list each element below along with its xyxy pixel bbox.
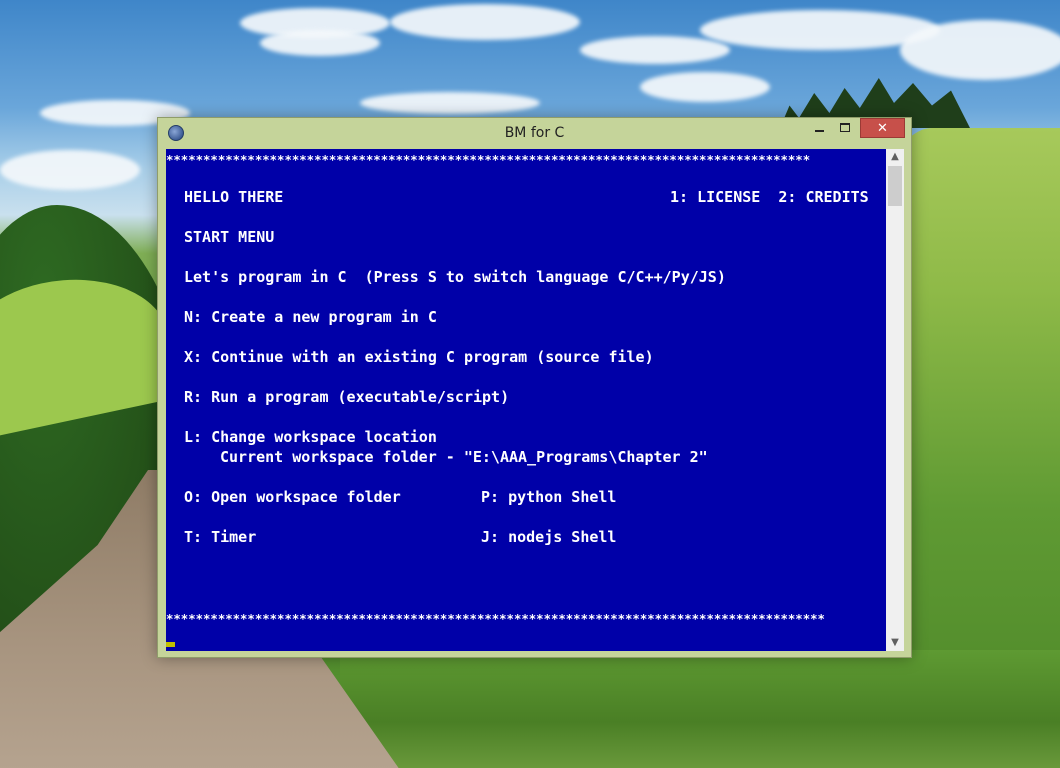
cloud [900, 20, 1060, 80]
maximize-icon [840, 123, 850, 132]
option-continue-program: X: Continue with an existing C program (… [184, 348, 654, 366]
greeting-text: HELLO THERE [184, 188, 284, 206]
close-icon: ✕ [877, 121, 888, 136]
window-title: BM for C [504, 125, 565, 141]
grass-foreground [340, 650, 1060, 768]
license-credits-text: 1: LICENSE 2: CREDITS [670, 188, 869, 206]
cloud [260, 30, 380, 56]
scroll-down-button[interactable]: ▼ [886, 635, 904, 651]
border-bottom: ****************************************… [166, 612, 825, 626]
console-window[interactable]: BM for C ✕ *****************************… [157, 117, 912, 658]
border-top: ****************************************… [166, 153, 811, 167]
cloud [580, 36, 730, 64]
scrollbar-thumb[interactable] [888, 166, 902, 206]
minimize-icon [814, 129, 824, 132]
text-cursor [166, 642, 175, 647]
console-output[interactable]: ****************************************… [166, 149, 886, 651]
option-run-program: R: Run a program (executable/script) [184, 388, 510, 406]
scroll-up-button[interactable]: ▲ [886, 149, 904, 165]
vertical-scrollbar[interactable]: ▲ ▼ [886, 149, 904, 651]
option-change-workspace: L: Change workspace location [184, 428, 437, 446]
menu-title: START MENU [184, 228, 275, 246]
option-timer: T: Timer [184, 528, 257, 546]
option-new-program: N: Create a new program in C [184, 308, 437, 326]
close-button[interactable]: ✕ [860, 118, 905, 138]
cloud [640, 72, 770, 102]
minimize-button[interactable] [806, 118, 832, 138]
option-python-shell: P: python Shell [481, 488, 617, 506]
scroll-up-icon: ▲ [891, 151, 899, 162]
desktop-background: BM for C ✕ *****************************… [0, 0, 1060, 768]
workspace-folder-line: Current workspace folder - "E:\AAA_Progr… [220, 448, 708, 466]
cloud [0, 150, 140, 190]
cloud [360, 92, 540, 114]
scroll-down-icon: ▼ [891, 637, 899, 648]
option-nodejs-shell: J: nodejs Shell [481, 528, 617, 546]
language-line: Let's program in C (Press S to switch la… [184, 268, 726, 286]
maximize-button[interactable] [832, 118, 858, 138]
title-bar[interactable]: BM for C ✕ [158, 118, 911, 149]
option-open-workspace: O: Open workspace folder [184, 488, 401, 506]
cloud [390, 4, 580, 40]
